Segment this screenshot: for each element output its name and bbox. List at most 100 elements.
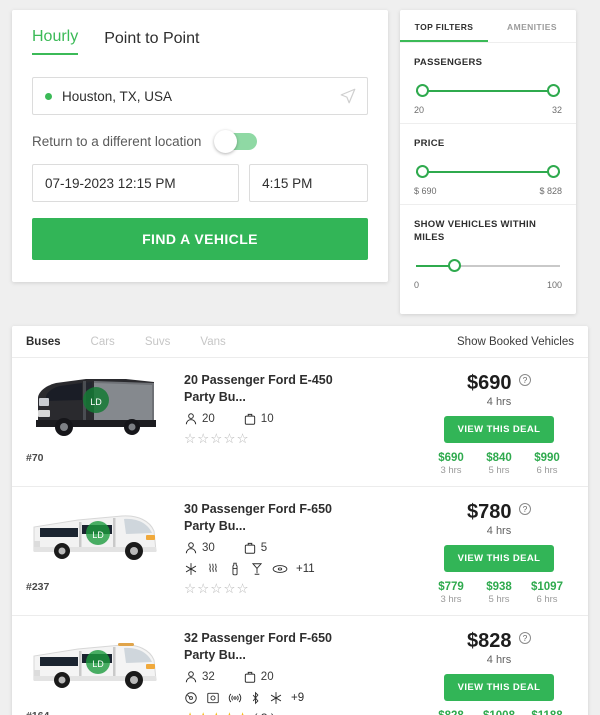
miles-slider[interactable] xyxy=(416,259,560,273)
location-dot-icon xyxy=(45,92,52,100)
vehicle-image-white-party-bus: LD xyxy=(26,499,166,577)
amenities-more-count[interactable]: +9 xyxy=(291,692,304,704)
price-help-icon[interactable]: ? xyxy=(518,632,531,645)
find-a-vehicle-button[interactable]: FIND A VEHICLE xyxy=(32,218,368,260)
svg-text:LD: LD xyxy=(92,659,104,669)
price-value: $780 xyxy=(467,501,512,524)
alt-price-option[interactable]: $1097 6 hrs xyxy=(530,581,564,605)
alt-price-option[interactable]: $990 6 hrs xyxy=(530,452,564,476)
return-location-toggle[interactable] xyxy=(214,130,258,153)
slider-knob-min[interactable] xyxy=(416,164,429,178)
vehicle-image-white-party-bus: LD xyxy=(26,628,166,706)
passengers-slider[interactable] xyxy=(416,83,560,98)
alt-price-option[interactable]: $828 3 hrs xyxy=(434,710,468,715)
heat-waves-icon xyxy=(209,563,217,573)
slider-knob-max[interactable] xyxy=(547,83,560,97)
passenger-capacity: 20 xyxy=(184,412,215,426)
tab-point-to-point[interactable]: Point to Point xyxy=(104,30,199,55)
slider-knob-max[interactable] xyxy=(547,164,560,178)
slider-fill xyxy=(416,89,560,92)
pickup-datetime-field[interactable]: 07-19-2023 12:15 PM xyxy=(32,164,240,202)
passenger-count: 30 xyxy=(202,542,215,555)
alt-price-option[interactable]: $690 3 hrs xyxy=(434,452,468,476)
tab-suvs[interactable]: Suvs xyxy=(145,336,171,348)
price-help-icon[interactable]: ? xyxy=(518,374,531,387)
price-column: $690 ? 4 hrs VIEW THIS DEAL $690 3 hrs $… xyxy=(424,370,574,476)
pickup-location-field[interactable]: Houston, TX, USA xyxy=(32,77,368,115)
miles-max-label: 100 xyxy=(546,280,562,291)
price-slider[interactable] xyxy=(416,164,560,179)
show-booked-vehicles-link[interactable]: Show Booked Vehicles xyxy=(457,336,574,348)
wifi-icon xyxy=(228,693,242,703)
passengers-max-label: 32 xyxy=(551,104,562,115)
passengers-min-label: 20 xyxy=(414,104,425,115)
star-icon: ★ xyxy=(210,711,222,715)
amenities-row: +11 xyxy=(184,562,416,576)
snowflake-icon xyxy=(185,563,197,575)
svg-text:LD: LD xyxy=(92,530,104,540)
filter-title-price: PRICE xyxy=(414,137,445,149)
tab-buses[interactable]: Buses xyxy=(26,336,61,348)
alt-price: $690 xyxy=(438,452,464,465)
price-help-icon[interactable]: ? xyxy=(518,503,531,516)
luggage-capacity: 20 xyxy=(243,670,274,684)
top-row: Hourly Point to Point Houston, TX, USA R… xyxy=(12,10,588,315)
vehicle-id: #237 xyxy=(26,581,50,594)
tab-top-filters[interactable]: TOP FILTERS xyxy=(400,10,488,42)
vehicle-type-tabs: Buses Cars Suvs Vans Show Booked Vehicle… xyxy=(12,326,588,359)
alt-price: $1097 xyxy=(531,581,563,594)
alt-price-option[interactable]: $1188 6 hrs xyxy=(530,710,564,715)
vehicle-thumbnail-column: LD #70 xyxy=(26,370,166,476)
star-icon: ☆ xyxy=(197,431,210,447)
navigation-arrow-icon[interactable] xyxy=(339,87,357,105)
listing-row[interactable]: LD #70 20 Passenger Ford E-450 Party Bu.… xyxy=(12,358,588,488)
vehicle-info-column: 20 Passenger Ford E-450 Party Bu... 20 1… xyxy=(166,370,424,476)
miles-range-labels: 0 100 xyxy=(414,280,562,290)
view-this-deal-button[interactable]: VIEW THIS DEAL xyxy=(443,674,555,702)
star-icon: ☆ xyxy=(223,581,236,597)
price-range-labels: $ 690 $ 828 xyxy=(414,186,562,196)
slider-knob[interactable] xyxy=(447,259,461,273)
toggle-knob xyxy=(214,130,238,153)
return-time-field[interactable]: 4:15 PM xyxy=(249,164,368,202)
luggage-count: 20 xyxy=(260,671,274,684)
vehicle-info-column: 32 Passenger Ford F-650 Party Bu... 32 2… xyxy=(166,628,424,715)
view-this-deal-button[interactable]: VIEW THIS DEAL xyxy=(443,416,555,444)
tab-amenities[interactable]: AMENITIES xyxy=(488,10,576,42)
slider-knob-min[interactable] xyxy=(416,83,429,97)
capacity-row: 20 10 xyxy=(184,412,416,426)
vehicle-id: #70 xyxy=(26,452,44,465)
alt-price-option[interactable]: $840 5 hrs xyxy=(482,452,516,476)
return-location-label: Return to a different location xyxy=(32,134,202,149)
return-location-row: Return to a different location xyxy=(32,130,368,153)
dvd-icon xyxy=(272,565,288,573)
price-value: $690 xyxy=(467,372,512,395)
alt-price-option[interactable]: $938 5 hrs xyxy=(482,581,516,605)
listing-row[interactable]: LD #164 32 Passenger Ford F-650 Party Bu… xyxy=(12,616,588,715)
page-root: Hourly Point to Point Houston, TX, USA R… xyxy=(0,0,600,715)
tab-cars[interactable]: Cars xyxy=(91,336,115,348)
alt-price: $938 xyxy=(486,581,512,594)
price-column: $828 ? 4 hrs VIEW THIS DEAL $828 3 hrs $… xyxy=(424,628,574,715)
filters-card: TOP FILTERS AMENITIES PASSENGERS 20 32 P… xyxy=(400,10,576,315)
passengers-range-labels: 20 32 xyxy=(414,105,562,115)
amenities-more-count[interactable]: +11 xyxy=(296,563,315,575)
datetime-row: 07-19-2023 12:15 PM 4:15 PM xyxy=(32,164,368,202)
price-value: $828 xyxy=(467,630,512,653)
capacity-row: 32 20 xyxy=(184,670,416,684)
alt-hours: 3 hrs xyxy=(440,594,462,606)
alt-hours: 5 hrs xyxy=(488,465,510,477)
tab-hourly[interactable]: Hourly xyxy=(32,28,79,55)
tab-vans[interactable]: Vans xyxy=(200,336,225,348)
alt-price-option[interactable]: $1008 5 hrs xyxy=(482,710,516,715)
star-icon: ☆ xyxy=(210,581,223,597)
alt-hours: 6 hrs xyxy=(536,465,558,477)
alternative-prices: $690 3 hrs $840 5 hrs $990 6 hrs xyxy=(424,452,574,476)
vehicle-id: #164 xyxy=(26,710,166,715)
pickup-location-value: Houston, TX, USA xyxy=(62,88,173,104)
view-this-deal-button[interactable]: VIEW THIS DEAL xyxy=(443,545,555,573)
vehicle-thumbnail-column: LD #164 xyxy=(26,628,166,715)
filter-section-miles: SHOW VEHICLES WITHIN MILES 0 100 xyxy=(400,205,576,299)
listing-row[interactable]: LD #237 30 Passenger Ford F-650 Party Bu… xyxy=(12,487,588,617)
alt-price-option[interactable]: $779 3 hrs xyxy=(434,581,468,605)
